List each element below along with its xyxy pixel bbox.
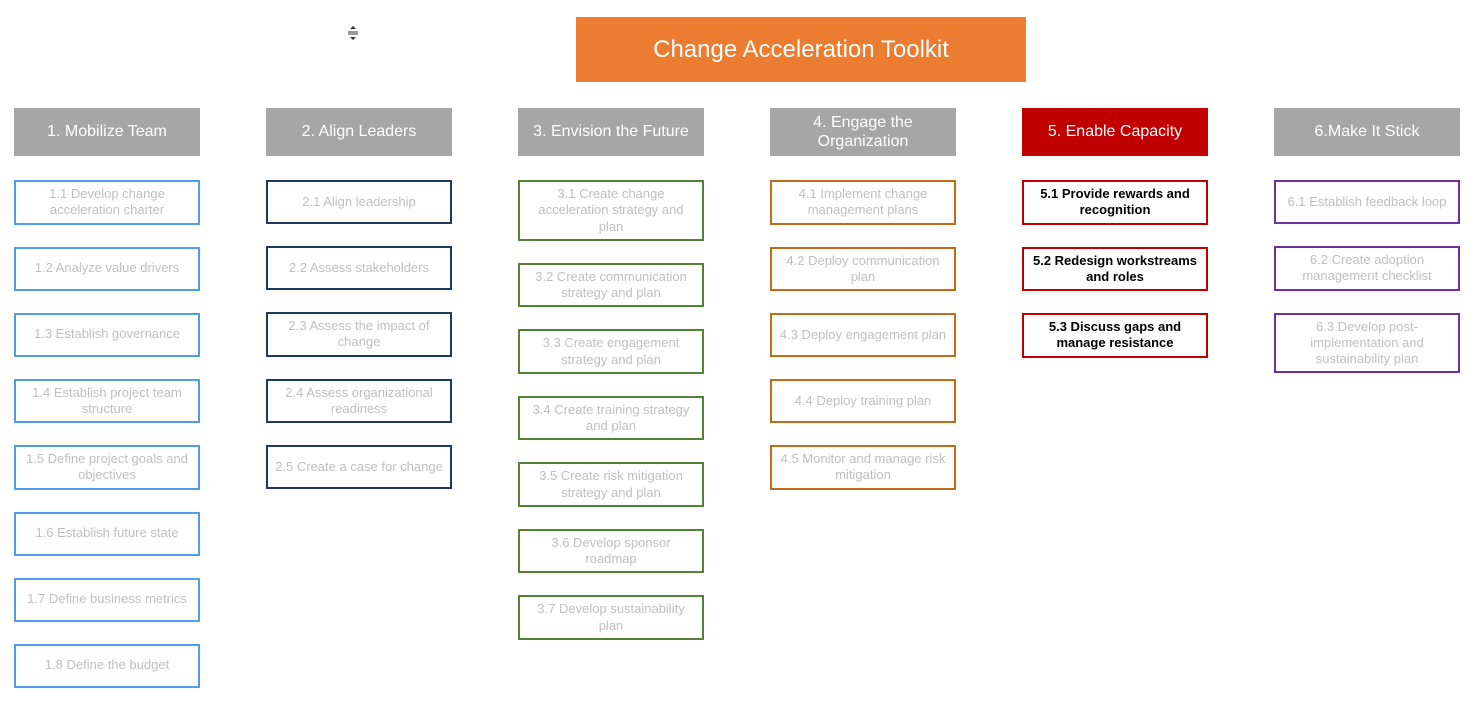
column-enable-capacity: 5. Enable Capacity 5.1 Provide rewards a…	[1022, 108, 1208, 688]
column-header[interactable]: 3. Envision the Future	[518, 108, 704, 156]
column-mobilize-team: 1. Mobilize Team 1.1 Develop change acce…	[14, 108, 200, 688]
column-header-label: 5. Enable Capacity	[1048, 122, 1182, 141]
item-label: 1.7 Define business metrics	[27, 591, 187, 607]
item-label: 1.8 Define the budget	[45, 657, 169, 673]
phase-item[interactable]: 5.3 Discuss gaps and manage resistance	[1022, 313, 1208, 358]
column-header[interactable]: 5. Enable Capacity	[1022, 108, 1208, 156]
item-label: 4.1 Implement change management plans	[778, 186, 948, 219]
column-header-label: 6.Make It Stick	[1315, 122, 1420, 141]
item-label: 6.1 Establish feedback loop	[1288, 194, 1447, 210]
column-header[interactable]: 6.Make It Stick	[1274, 108, 1460, 156]
column-items: 5.1 Provide rewards and recognition 5.2 …	[1022, 180, 1208, 358]
phase-item[interactable]: 3.1 Create change acceleration strategy …	[518, 180, 704, 241]
column-header-label: 4. Engage the Organization	[776, 113, 950, 151]
column-header-label: 3. Envision the Future	[533, 122, 689, 141]
phase-item[interactable]: 1.2 Analyze value drivers	[14, 247, 200, 291]
column-header[interactable]: 4. Engage the Organization	[770, 108, 956, 156]
column-header-label: 2. Align Leaders	[302, 122, 417, 141]
phase-item[interactable]: 1.3 Establish governance	[14, 313, 200, 357]
phase-item[interactable]: 4.2 Deploy communication plan	[770, 247, 956, 292]
phase-item[interactable]: 6.1 Establish feedback loop	[1274, 180, 1460, 224]
phase-item[interactable]: 4.4 Deploy training plan	[770, 379, 956, 423]
column-header[interactable]: 2. Align Leaders	[266, 108, 452, 156]
phase-item[interactable]: 2.3 Assess the impact of change	[266, 312, 452, 357]
column-items: 1.1 Develop change acceleration charter …	[14, 180, 200, 688]
column-header[interactable]: 1. Mobilize Team	[14, 108, 200, 156]
phase-item[interactable]: 3.5 Create risk mitigation strategy and …	[518, 462, 704, 507]
column-header-label: 1. Mobilize Team	[47, 122, 167, 141]
item-label: 5.3 Discuss gaps and manage resistance	[1030, 319, 1200, 352]
item-label: 1.2 Analyze value drivers	[35, 260, 180, 276]
phase-item[interactable]: 2.1 Align leadership	[266, 180, 452, 224]
phase-item[interactable]: 3.2 Create communication strategy and pl…	[518, 263, 704, 308]
row-resize-handle[interactable]	[346, 26, 360, 43]
phase-item[interactable]: 1.4 Establish project team structure	[14, 379, 200, 424]
phase-item[interactable]: 1.8 Define the budget	[14, 644, 200, 688]
column-items: 2.1 Align leadership 2.2 Assess stakehol…	[266, 180, 452, 489]
item-label: 3.7 Develop sustainability plan	[526, 601, 696, 634]
phase-item[interactable]: 2.2 Assess stakeholders	[266, 246, 452, 290]
column-engage-org: 4. Engage the Organization 4.1 Implement…	[770, 108, 956, 688]
phase-item[interactable]: 3.4 Create training strategy and plan	[518, 396, 704, 441]
item-label: 2.2 Assess stakeholders	[289, 260, 429, 276]
column-align-leaders: 2. Align Leaders 2.1 Align leadership 2.…	[266, 108, 452, 688]
item-label: 4.2 Deploy communication plan	[778, 253, 948, 286]
item-label: 1.5 Define project goals and objectives	[22, 451, 192, 484]
toolkit-title-text: Change Acceleration Toolkit	[653, 36, 949, 64]
phase-columns: 1. Mobilize Team 1.1 Develop change acce…	[14, 108, 1460, 688]
item-label: 2.3 Assess the impact of change	[274, 318, 444, 351]
item-label: 3.6 Develop sponsor roadmap	[526, 535, 696, 568]
item-label: 1.3 Establish governance	[34, 326, 180, 342]
column-items: 6.1 Establish feedback loop 6.2 Create a…	[1274, 180, 1460, 373]
phase-item[interactable]: 4.5 Monitor and manage risk mitigation	[770, 445, 956, 490]
phase-item[interactable]: 2.4 Assess organizational readiness	[266, 379, 452, 424]
phase-item[interactable]: 3.3 Create engagement strategy and plan	[518, 329, 704, 374]
column-items: 3.1 Create change acceleration strategy …	[518, 180, 704, 640]
item-label: 6.3 Develop post-implementation and sust…	[1282, 319, 1452, 368]
item-label: 1.1 Develop change acceleration charter	[22, 186, 192, 219]
phase-item[interactable]: 1.6 Establish future state	[14, 512, 200, 556]
phase-item[interactable]: 1.1 Develop change acceleration charter	[14, 180, 200, 225]
phase-item[interactable]: 6.3 Develop post-implementation and sust…	[1274, 313, 1460, 374]
item-label: 3.4 Create training strategy and plan	[526, 402, 696, 435]
item-label: 1.6 Establish future state	[35, 525, 178, 541]
phase-item[interactable]: 2.5 Create a case for change	[266, 445, 452, 489]
phase-item[interactable]: 5.1 Provide rewards and recognition	[1022, 180, 1208, 225]
item-label: 5.1 Provide rewards and recognition	[1030, 186, 1200, 219]
item-label: 1.4 Establish project team structure	[22, 385, 192, 418]
column-envision-future: 3. Envision the Future 3.1 Create change…	[518, 108, 704, 688]
column-items: 4.1 Implement change management plans 4.…	[770, 180, 956, 490]
item-label: 5.2 Redesign workstreams and roles	[1030, 253, 1200, 286]
phase-item[interactable]: 6.2 Create adoption management checklist	[1274, 246, 1460, 291]
item-label: 4.5 Monitor and manage risk mitigation	[778, 451, 948, 484]
item-label: 4.3 Deploy engagement plan	[780, 327, 946, 343]
item-label: 3.1 Create change acceleration strategy …	[526, 186, 696, 235]
resize-icon	[346, 26, 360, 40]
item-label: 2.5 Create a case for change	[275, 459, 443, 475]
phase-item[interactable]: 3.7 Develop sustainability plan	[518, 595, 704, 640]
item-label: 3.2 Create communication strategy and pl…	[526, 269, 696, 302]
item-label: 2.4 Assess organizational readiness	[274, 385, 444, 418]
phase-item[interactable]: 1.7 Define business metrics	[14, 578, 200, 622]
item-label: 2.1 Align leadership	[302, 194, 415, 210]
phase-item[interactable]: 5.2 Redesign workstreams and roles	[1022, 247, 1208, 292]
phase-item[interactable]: 3.6 Develop sponsor roadmap	[518, 529, 704, 574]
phase-item[interactable]: 4.1 Implement change management plans	[770, 180, 956, 225]
phase-item[interactable]: 1.5 Define project goals and objectives	[14, 445, 200, 490]
phase-item[interactable]: 4.3 Deploy engagement plan	[770, 313, 956, 357]
item-label: 3.5 Create risk mitigation strategy and …	[526, 468, 696, 501]
item-label: 3.3 Create engagement strategy and plan	[526, 335, 696, 368]
item-label: 6.2 Create adoption management checklist	[1282, 252, 1452, 285]
item-label: 4.4 Deploy training plan	[795, 393, 932, 409]
column-make-it-stick: 6.Make It Stick 6.1 Establish feedback l…	[1274, 108, 1460, 688]
toolkit-title: Change Acceleration Toolkit	[576, 17, 1026, 82]
